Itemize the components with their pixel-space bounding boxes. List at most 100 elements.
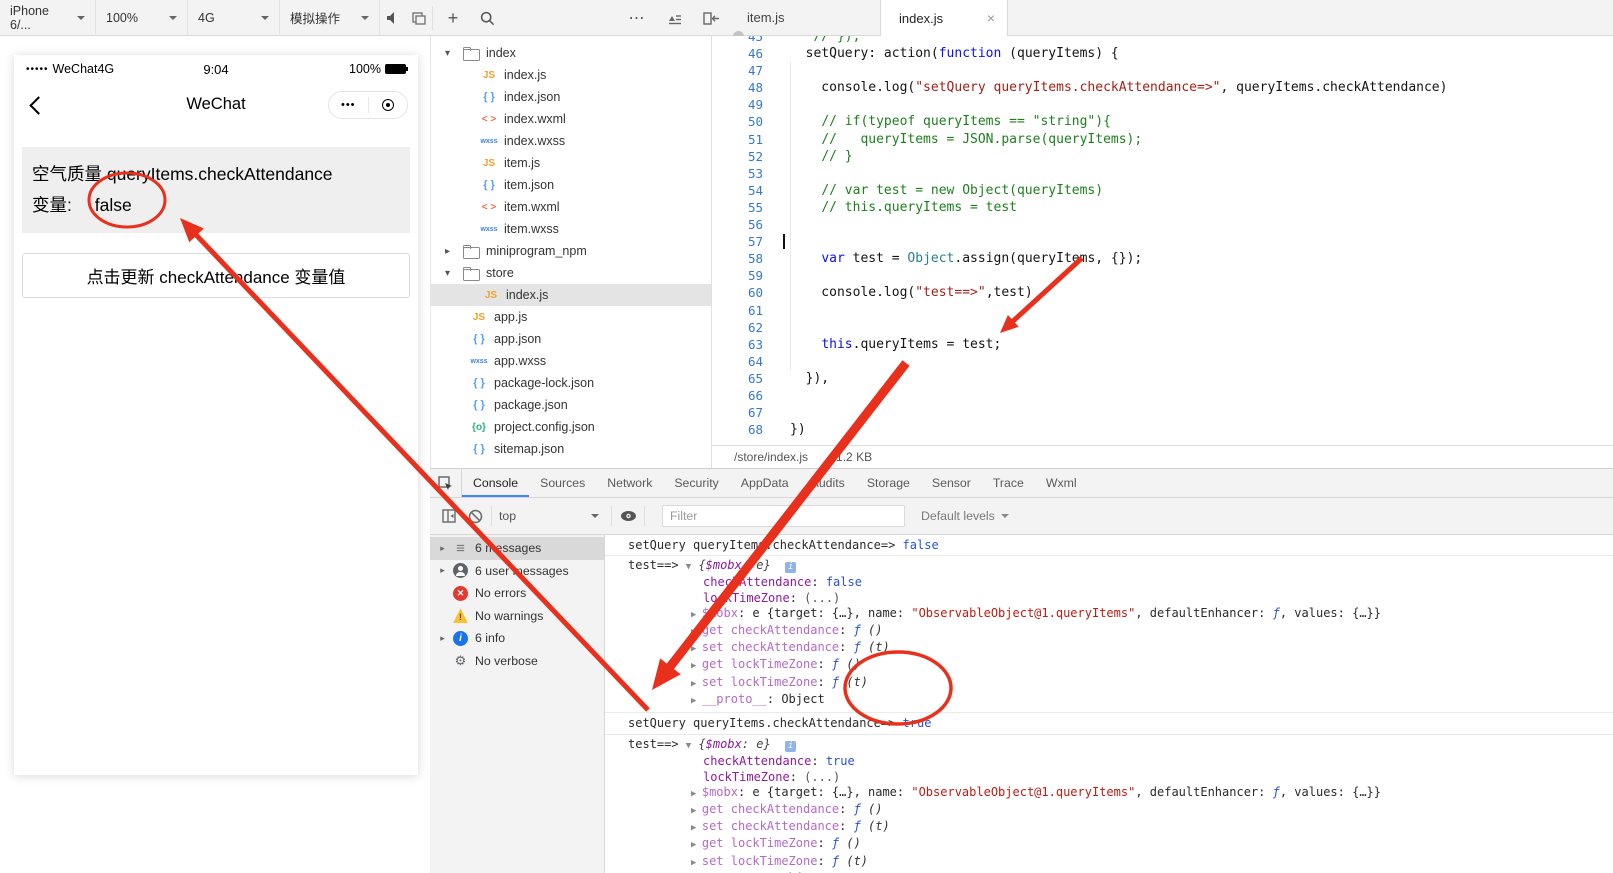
- chevron-right-icon[interactable]: ▸: [436, 633, 449, 644]
- console-filter-No-warnings[interactable]: ! No warnings: [430, 605, 604, 628]
- expand-triangle-icon[interactable]: ▶: [691, 806, 702, 816]
- mute-speaker-icon[interactable]: [380, 0, 406, 36]
- devtools-panel: Console Sources Network Security AppData Audi…: [430, 468, 1613, 873]
- sidebar-toggle-icon[interactable]: [436, 509, 462, 523]
- network-select[interactable]: 4G: [188, 0, 280, 36]
- expand-triangle-icon[interactable]: ▶: [691, 696, 702, 706]
- expand-triangle-icon[interactable]: ▶: [691, 610, 702, 620]
- line-number: 61: [747, 302, 763, 318]
- console-filter-No-verbose[interactable]: ⚙ No verbose: [430, 650, 604, 673]
- chevron-down-icon[interactable]: ▾: [445, 268, 459, 279]
- capsule-menu: •••: [328, 91, 408, 119]
- tree-item-index[interactable]: ▾ index: [431, 42, 711, 64]
- error-icon: ✕: [453, 585, 468, 601]
- devtools-tab-sources[interactable]: Sources: [529, 469, 596, 497]
- expand-triangle-icon[interactable]: ▶: [691, 661, 702, 671]
- expand-triangle-icon[interactable]: ▶: [691, 823, 702, 833]
- console-filter-6-info[interactable]: ▸ i 6 info: [430, 627, 604, 650]
- tree-item-index.wxss[interactable]: wxss index.wxss: [431, 130, 711, 152]
- tree-item-item.wxss[interactable]: wxss item.wxss: [431, 218, 711, 240]
- chevron-down-icon[interactable]: ▾: [445, 48, 459, 59]
- config-file-icon: {o}: [472, 421, 486, 433]
- phone-status-bar: ••••• WeChat4G 9:04 100%: [14, 55, 418, 83]
- expand-triangle-icon[interactable]: ▶: [691, 858, 702, 868]
- tree-item-package-lock.json[interactable]: { } package-lock.json: [431, 372, 711, 394]
- chevron-down-icon: [77, 15, 85, 24]
- rotate-window-icon[interactable]: [406, 0, 432, 36]
- expand-triangle-icon[interactable]: ▶: [691, 789, 702, 799]
- editor-tab-index-js[interactable]: index.js ×: [880, 0, 1008, 36]
- console-message: test==> ▼ {$mobx: e} i: [605, 737, 1613, 754]
- expand-triangle-icon[interactable]: ▶: [691, 627, 702, 637]
- tree-item-project.config.json[interactable]: {o} project.config.json: [431, 416, 711, 438]
- json-file-icon: { }: [483, 91, 495, 103]
- json-file-icon: { }: [473, 443, 485, 455]
- collapse-panel-icon[interactable]: [698, 0, 724, 36]
- mobx-info-badge-icon: i: [785, 562, 797, 574]
- tree-item-app.js[interactable]: JS app.js: [431, 306, 711, 328]
- eye-icon[interactable]: [615, 510, 641, 522]
- tree-item-item.json[interactable]: { } item.json: [431, 174, 711, 196]
- tree-item-index.wxml[interactable]: < > index.wxml: [431, 108, 711, 130]
- editor-tab-item-js[interactable]: item.js: [725, 0, 875, 35]
- console-filter-No-errors[interactable]: ✕ No errors: [430, 582, 604, 605]
- inspect-element-icon[interactable]: [430, 469, 462, 497]
- clear-console-icon[interactable]: [462, 509, 488, 524]
- tree-item-package.json[interactable]: { } package.json: [431, 394, 711, 416]
- tree-item-miniprogram_npm[interactable]: ▸ miniprogram_npm: [431, 240, 711, 262]
- code-line: 55 // this.queryItems = test: [712, 199, 1613, 216]
- tree-item-app.json[interactable]: { } app.json: [431, 328, 711, 350]
- close-tab-icon[interactable]: ×: [987, 10, 995, 26]
- file-name: item.json: [504, 178, 555, 192]
- console-filter-6-user-messages[interactable]: ▸ 6 user messages: [430, 560, 604, 583]
- tree-item-app.wxss[interactable]: wxss app.wxss: [431, 350, 711, 372]
- code-line: 65 }),: [712, 370, 1613, 387]
- tree-item-item.wxml[interactable]: < > item.wxml: [431, 196, 711, 218]
- tree-item-store[interactable]: ▾ store: [431, 262, 711, 284]
- filter-input[interactable]: [662, 505, 905, 527]
- tree-item-index.json[interactable]: { } index.json: [431, 86, 711, 108]
- tree-item-index.js[interactable]: JS index.js: [431, 64, 711, 86]
- devtools-tab-network[interactable]: Network: [596, 469, 663, 497]
- chevron-right-icon[interactable]: ▸: [445, 246, 459, 257]
- code-line: 49: [712, 96, 1613, 113]
- console-message: ▶ __proto__: Object: [691, 691, 825, 706]
- add-file-icon[interactable]: +: [440, 0, 466, 36]
- search-icon[interactable]: [474, 0, 500, 36]
- context-select[interactable]: top: [499, 509, 599, 523]
- line-number: 55: [747, 199, 763, 215]
- devtools-tab-wxml[interactable]: Wxml: [1035, 469, 1088, 497]
- devtools-tab-security[interactable]: Security: [663, 469, 729, 497]
- console-filter-6-messages[interactable]: ▸ ≡ 6 messages: [430, 537, 604, 560]
- devtools-tab-sensor[interactable]: Sensor: [921, 469, 982, 497]
- code-editor[interactable]: 45 // }), 46 setQuery: action(function (q…: [712, 36, 1613, 445]
- update-checkattendance-button[interactable]: 点击更新 checkAttendance 变量值: [22, 253, 410, 298]
- expand-triangle-icon[interactable]: ▶: [691, 840, 702, 850]
- more-options-icon[interactable]: ⋯: [624, 0, 650, 36]
- sidebar-label: 6 user messages: [475, 563, 569, 578]
- outline-icon[interactable]: [662, 0, 688, 36]
- tree-item-index.js[interactable]: JS index.js: [431, 284, 711, 306]
- device-select[interactable]: iPhone 6/...: [0, 0, 96, 36]
- exit-miniprogram-button[interactable]: [369, 92, 408, 118]
- devtools-tab-trace[interactable]: Trace: [982, 469, 1035, 497]
- expand-triangle-icon[interactable]: ▶: [691, 679, 702, 689]
- log-levels-select[interactable]: Default levels: [921, 509, 1009, 523]
- file-name: index.wxml: [504, 112, 566, 126]
- line-number: 63: [747, 336, 763, 352]
- expand-triangle-icon[interactable]: ▶: [691, 644, 702, 654]
- simulate-select[interactable]: 模拟操作: [280, 0, 380, 36]
- file-name: project.config.json: [494, 420, 595, 434]
- devtools-tab-appdata[interactable]: AppData: [730, 469, 800, 497]
- devtools-tab-storage[interactable]: Storage: [856, 469, 921, 497]
- devtools-tab-console[interactable]: Console: [462, 469, 529, 497]
- chevron-right-icon[interactable]: ▸: [436, 543, 449, 554]
- code-line: 61: [712, 302, 1613, 319]
- line-number: 48: [747, 80, 763, 96]
- chevron-right-icon[interactable]: ▸: [436, 565, 449, 576]
- tree-item-sitemap.json[interactable]: { } sitemap.json: [431, 438, 711, 460]
- zoom-select[interactable]: 100%: [96, 0, 188, 36]
- tree-item-item.js[interactable]: JS item.js: [431, 152, 711, 174]
- devtools-tab-audits[interactable]: Audits: [800, 469, 856, 497]
- more-menu-button[interactable]: •••: [329, 92, 368, 118]
